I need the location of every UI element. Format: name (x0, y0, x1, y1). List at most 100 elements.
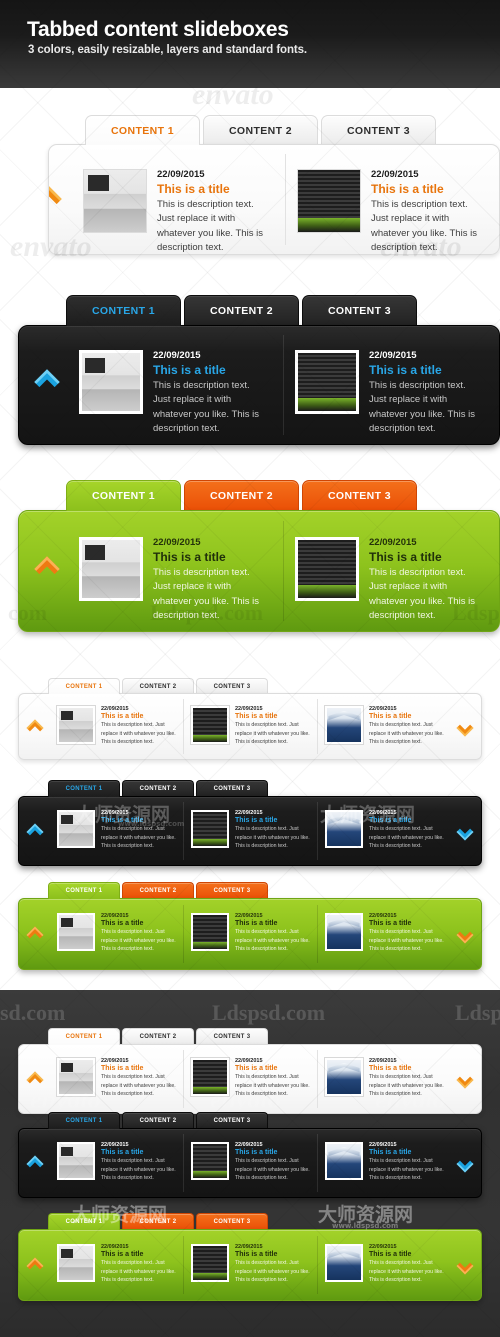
tab-content-2[interactable]: CONTENT 2 (122, 882, 194, 899)
next-arrow-button[interactable] (453, 1152, 477, 1176)
prev-arrow-button[interactable] (49, 181, 67, 217)
next-arrow-button[interactable] (453, 716, 477, 740)
item-title[interactable]: This is a title (101, 713, 177, 720)
prev-arrow-button[interactable] (29, 364, 65, 400)
slide-item[interactable]: 22/09/2015 This is a title This is descr… (183, 1045, 317, 1113)
item-title[interactable]: This is a title (369, 817, 445, 824)
item-description: This is description text. Just replace i… (235, 1074, 310, 1098)
item-title[interactable]: This is a title (369, 1251, 445, 1258)
item-title[interactable]: This is a title (369, 920, 445, 927)
slide-item[interactable]: 22/09/2015 This is a title This is descr… (285, 145, 499, 254)
slide-item[interactable]: 22/09/2015 This is a title This is descr… (283, 326, 499, 444)
slide-item[interactable]: 22/09/2015 This is a title This is descr… (49, 694, 183, 759)
item-title[interactable]: This is a title (101, 1251, 177, 1258)
slide-item[interactable]: 22/09/2015 This is a title This is descr… (183, 1129, 317, 1197)
tab-content-3[interactable]: CONTENT 3 (196, 1112, 268, 1129)
tab-content-3[interactable]: CONTENT 3 (321, 115, 436, 145)
tab-content-1[interactable]: CONTENT 1 (48, 1213, 120, 1230)
slides-track: 22/09/2015 This is a title This is descr… (19, 1129, 481, 1197)
item-title[interactable]: This is a title (153, 363, 269, 377)
tab-content-2[interactable]: CONTENT 2 (122, 1112, 194, 1129)
slide-item[interactable]: 22/09/2015 This is a title This is descr… (183, 899, 317, 969)
tab-content-1[interactable]: CONTENT 1 (48, 882, 120, 899)
item-title[interactable]: This is a title (101, 920, 177, 927)
item-title[interactable]: This is a title (369, 1065, 445, 1072)
next-arrow-button[interactable] (453, 820, 477, 844)
tab-bar: CONTENT 1 CONTENT 2 CONTENT 3 (48, 678, 268, 694)
tab-content-3[interactable]: CONTENT 3 (196, 780, 268, 797)
chevron-left-icon (26, 719, 44, 732)
slidebox-darkbg-dark: CONTENT 1 CONTENT 2 CONTENT 3 22/09/2015… (18, 1112, 482, 1198)
tab-content-1[interactable]: CONTENT 1 (48, 678, 120, 694)
item-title[interactable]: This is a title (369, 363, 485, 377)
slide-item[interactable]: 22/09/2015 This is a title This is descr… (49, 797, 183, 865)
slide-item[interactable]: 22/09/2015 This is a title This is descr… (317, 694, 451, 759)
item-title[interactable]: This is a title (235, 1065, 311, 1072)
tab-content-2[interactable]: CONTENT 2 (184, 295, 299, 326)
item-text: 22/09/2015 This is a title This is descr… (369, 913, 445, 954)
slide-item[interactable]: 22/09/2015 This is a title This is descr… (49, 899, 183, 969)
tab-content-3[interactable]: CONTENT 3 (302, 295, 417, 326)
tab-content-3[interactable]: CONTENT 3 (196, 1028, 268, 1045)
tab-content-3[interactable]: CONTENT 3 (302, 480, 417, 511)
next-arrow-button[interactable] (453, 923, 477, 947)
slide-item[interactable]: 22/09/2015 This is a title This is descr… (49, 1230, 183, 1300)
prev-arrow-button[interactable] (23, 1068, 47, 1092)
slide-item[interactable]: 22/09/2015 This is a title This is descr… (183, 694, 317, 759)
item-title[interactable]: This is a title (153, 550, 269, 564)
slide-item[interactable]: 22/09/2015 This is a title This is descr… (183, 797, 317, 865)
next-arrow-button[interactable] (453, 1068, 477, 1092)
item-title[interactable]: This is a title (369, 713, 445, 720)
prev-arrow-button[interactable] (23, 923, 47, 947)
slide-item[interactable]: 22/09/2015 This is a title This is descr… (71, 145, 285, 254)
slide-item[interactable]: 22/09/2015 This is a title This is descr… (317, 797, 451, 865)
item-title[interactable]: This is a title (235, 1149, 311, 1156)
tab-content-2[interactable]: CONTENT 2 (122, 780, 194, 797)
item-title[interactable]: This is a title (235, 1251, 311, 1258)
prev-arrow-button[interactable] (29, 551, 65, 587)
tab-content-2[interactable]: CONTENT 2 (122, 1213, 194, 1230)
tab-content-2[interactable]: CONTENT 2 (203, 115, 318, 145)
item-title[interactable]: This is a title (369, 1149, 445, 1156)
slide-item[interactable]: 22/09/2015 This is a title This is descr… (283, 511, 499, 631)
item-description: This is description text. Just replace i… (101, 826, 176, 850)
item-title[interactable]: This is a title (235, 817, 311, 824)
item-thumbnail (191, 810, 229, 848)
slide-item[interactable]: 22/09/2015 This is a title This is descr… (317, 1129, 451, 1197)
tab-content-2[interactable]: CONTENT 2 (122, 678, 194, 694)
slide-item[interactable]: 22/09/2015 This is a title This is descr… (49, 1045, 183, 1113)
slide-item[interactable]: 22/09/2015 This is a title This is descr… (317, 1230, 451, 1300)
slides-track: 22/09/2015 This is a title This is descr… (49, 145, 499, 254)
tab-content-1[interactable]: CONTENT 1 (48, 780, 120, 797)
slide-item[interactable]: 22/09/2015 This is a title This is descr… (183, 1230, 317, 1300)
tab-label: CONTENT 1 (65, 888, 103, 894)
slide-item[interactable]: 22/09/2015 This is a title This is descr… (49, 1129, 183, 1197)
tab-content-3[interactable]: CONTENT 3 (196, 678, 268, 694)
tab-content-1[interactable]: CONTENT 1 (48, 1112, 120, 1129)
item-title[interactable]: This is a title (371, 182, 485, 196)
prev-arrow-button[interactable] (23, 716, 47, 740)
tab-content-1[interactable]: CONTENT 1 (66, 295, 181, 326)
tab-content-1[interactable]: CONTENT 1 (85, 115, 200, 145)
item-title[interactable]: This is a title (235, 920, 311, 927)
next-arrow-button[interactable] (453, 1254, 477, 1278)
slide-item[interactable]: 22/09/2015 This is a title This is descr… (317, 899, 451, 969)
slide-item[interactable]: 22/09/2015 This is a title This is descr… (67, 511, 283, 631)
tab-content-2[interactable]: CONTENT 2 (184, 480, 299, 511)
tab-content-3[interactable]: CONTENT 3 (196, 882, 268, 899)
item-title[interactable]: This is a title (369, 550, 485, 564)
tab-content-2[interactable]: CONTENT 2 (122, 1028, 194, 1045)
item-title[interactable]: This is a title (235, 713, 311, 720)
tab-content-1[interactable]: CONTENT 1 (48, 1028, 120, 1045)
prev-arrow-button[interactable] (23, 1152, 47, 1176)
slide-item[interactable]: 22/09/2015 This is a title This is descr… (67, 326, 283, 444)
prev-arrow-button[interactable] (23, 820, 47, 844)
tab-content-1[interactable]: CONTENT 1 (66, 480, 181, 511)
slide-item[interactable]: 22/09/2015 This is a title This is descr… (317, 1045, 451, 1113)
item-title[interactable]: This is a title (101, 1065, 177, 1072)
item-title[interactable]: This is a title (157, 182, 271, 196)
item-title[interactable]: This is a title (101, 817, 177, 824)
item-title[interactable]: This is a title (101, 1149, 177, 1156)
tab-content-3[interactable]: CONTENT 3 (196, 1213, 268, 1230)
prev-arrow-button[interactable] (23, 1254, 47, 1278)
